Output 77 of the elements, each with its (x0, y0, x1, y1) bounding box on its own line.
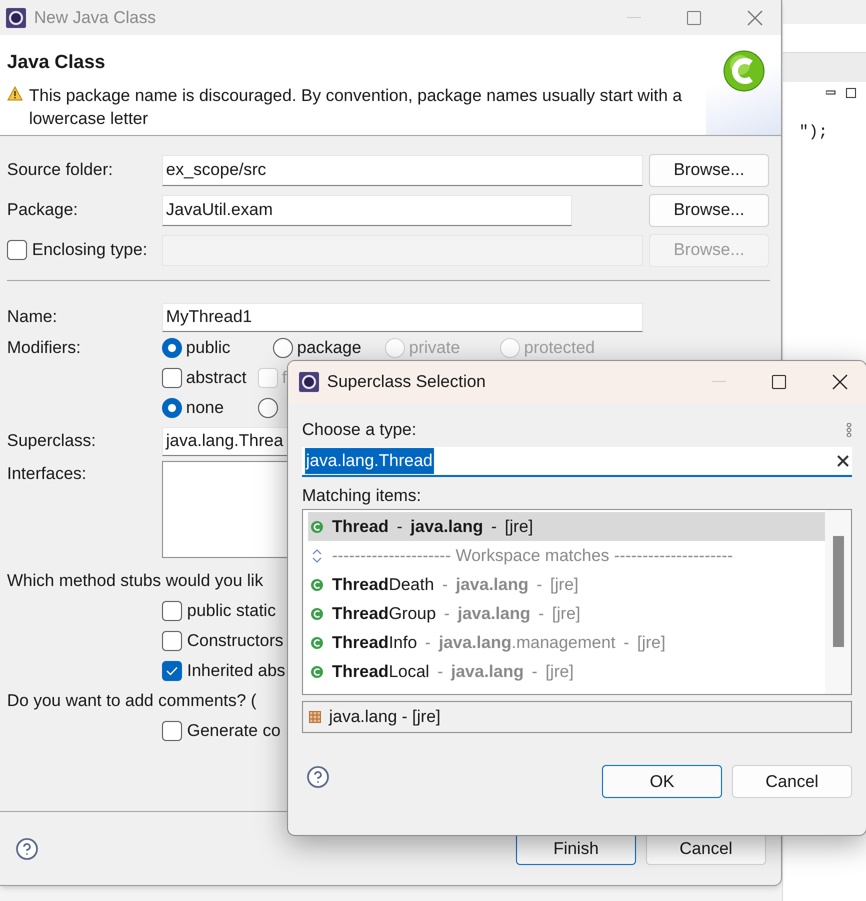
scrollbar-thumb[interactable] (832, 536, 844, 647)
field-label: Modifiers: (7, 337, 82, 359)
maximize-icon[interactable] (846, 88, 856, 98)
status-text: java.lang - [jre] (329, 706, 440, 728)
option-label: protected (524, 337, 595, 360)
type-row[interactable]: ThreadLocal - java.lang - [jre] (308, 657, 825, 686)
type-name: ThreadInfo - java.lang.management - [jre] (332, 632, 666, 654)
checkbox[interactable] (162, 368, 182, 388)
class-icon (310, 578, 324, 592)
type-row[interactable]: ThreadDeath - java.lang - [jre] (308, 570, 825, 599)
clear-icon[interactable] (837, 455, 849, 467)
option-label: none (186, 397, 224, 420)
section-question: Which method stubs would you lik (7, 570, 264, 592)
type-name: --------------------- Workspace matches --------------------- (332, 544, 733, 567)
class-icon (310, 636, 324, 650)
radio-button[interactable] (162, 398, 182, 418)
field-label: Source folder: (7, 159, 113, 182)
class-logo-icon (722, 49, 766, 93)
field-label: Package: (7, 199, 78, 222)
text-field[interactable]: ex_scope/src (162, 154, 643, 186)
close-icon[interactable] (832, 374, 848, 390)
field-label: Enclosing type: (32, 239, 148, 262)
option-label: package (297, 337, 362, 360)
dialog-button[interactable]: Cancel (732, 765, 852, 798)
checkbox[interactable] (162, 721, 182, 741)
option-label: f (282, 367, 287, 390)
text-field[interactable]: JavaUtil.exam (162, 194, 572, 226)
type-row[interactable]: ThreadInfo - java.lang.management - [jre] (308, 628, 825, 657)
window-title: New Java Class (34, 6, 156, 29)
field-label: Choose a type: (302, 419, 416, 442)
window-title: Superclass Selection (327, 371, 486, 394)
page-title: Java Class (7, 51, 106, 75)
section-question: Do you want to add comments? ( (7, 690, 256, 712)
type-row[interactable]: ThreadGroup - java.lang - [jre] (308, 599, 825, 628)
maximize-icon[interactable] (772, 375, 786, 389)
type-name: ThreadGroup - java.lang - [jre] (332, 602, 580, 625)
more-options-icon[interactable] (846, 423, 852, 437)
help-icon[interactable] (15, 836, 39, 860)
app-logo-icon (6, 8, 26, 28)
type-name: ThreadDeath - java.lang - [jre] (332, 574, 579, 596)
help-icon[interactable] (306, 765, 330, 789)
type-name: Thread - java.lang - [jre] (332, 516, 534, 538)
browse-button[interactable]: Browse... (649, 154, 769, 186)
checkbox[interactable] (162, 601, 182, 621)
class-icon (310, 606, 324, 620)
class-icon (310, 520, 324, 534)
checkmark-icon (166, 666, 178, 676)
field-label: Interfaces: (7, 463, 88, 485)
app-logo-icon (299, 372, 319, 392)
class-icon (310, 664, 324, 678)
warning-icon (7, 86, 23, 100)
default-button[interactable]: OK (602, 765, 722, 798)
checkbox[interactable] (162, 631, 182, 651)
text-field[interactable]: MyThread1 (162, 302, 643, 332)
browse-button[interactable]: Browse... (649, 194, 769, 226)
option-label: public (186, 337, 230, 360)
radio-button[interactable] (162, 338, 182, 358)
option-label: abstract (186, 367, 246, 390)
search-field[interactable]: java.lang.Thread (302, 447, 852, 477)
warning-message: This package name is discouraged. By convention, package names usually start with a lowercase letter (29, 84, 683, 130)
option-label: private (409, 337, 460, 360)
field-label: Matching items: (302, 485, 422, 507)
option-label: Constructors (187, 630, 284, 652)
checkbox[interactable] (162, 661, 182, 681)
results-list[interactable] (302, 509, 852, 695)
field-label: Superclass: (7, 430, 97, 452)
field-label: Name: (7, 306, 58, 328)
package-icon (309, 711, 321, 723)
option-label: Generate co (187, 720, 281, 742)
option-label: Inherited abs (187, 660, 286, 682)
radio-button[interactable] (273, 338, 293, 358)
expand-collapse-icon[interactable] (310, 548, 324, 564)
type-name: ThreadLocal - java.lang - [jre] (332, 660, 574, 683)
code-text: "); (798, 122, 829, 143)
option-label: public static (187, 600, 276, 622)
radio-button[interactable] (258, 398, 278, 418)
type-row[interactable]: Thread - java.lang - [jre] (308, 512, 825, 541)
